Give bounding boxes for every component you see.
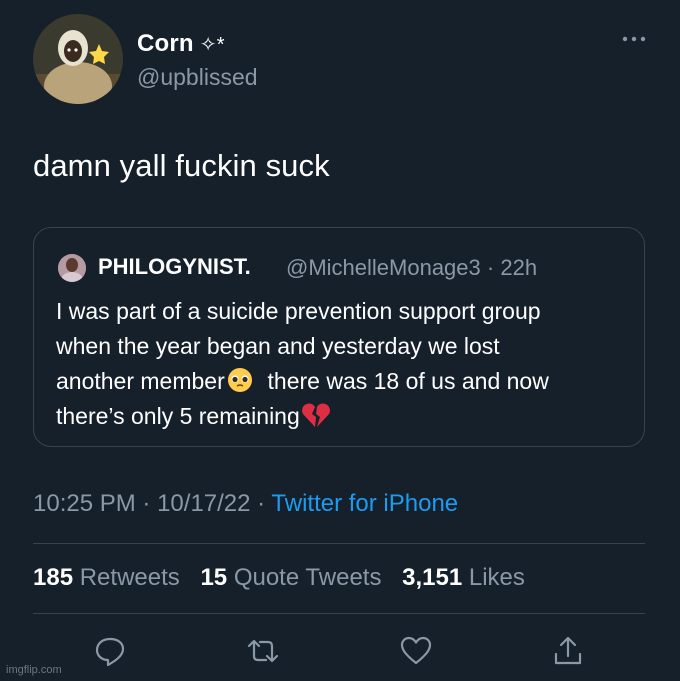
tweet-detail-view: Corn ✧* @upblissed damn yall fuckin suck … <box>0 0 680 681</box>
quoted-author-meta: @MichelleMonage3 · 22h <box>286 255 537 281</box>
meta-separator: · <box>142 490 151 517</box>
quoted-author-handle: @MichelleMonage3 <box>286 255 481 280</box>
broken-heart-emoji-icon <box>301 403 330 427</box>
like-icon[interactable] <box>399 634 433 668</box>
likes-stat[interactable]: 3,151 Likes <box>402 564 539 591</box>
retweets-stat[interactable]: 185 Retweets <box>33 564 194 591</box>
quoted-text-line-1: I was part of a suicide prevention suppo… <box>56 298 541 324</box>
quoted-author-name: PHILOGYNIST. <box>98 254 251 279</box>
quoted-text-line-3a: another member <box>56 368 225 394</box>
profile-photo-icon <box>33 14 123 104</box>
author-name-decoration: ✧* <box>199 34 225 56</box>
tweet-time[interactable]: 10:25 PM <box>33 490 136 517</box>
imgflip-watermark: imgflip.com <box>6 664 62 676</box>
quote-tweets-count: 15 <box>200 564 228 591</box>
quoted-profile-photo-icon <box>58 254 86 282</box>
retweet-icon[interactable] <box>246 634 280 668</box>
tweet-timestamp: 10:25 PM · 10/17/22 · Twitter for iPhone <box>33 490 458 518</box>
quoted-text-line-2: when the year began and yesterday we los… <box>56 333 500 359</box>
quoted-text-line-4: there’s only 5 remaining <box>56 399 636 434</box>
divider-top <box>33 543 645 544</box>
quote-tweets-stat[interactable]: 15 Quote Tweets <box>200 564 395 591</box>
more-options-icon[interactable] <box>622 32 646 46</box>
author-name[interactable]: Corn ✧* <box>137 30 225 58</box>
tweet-date[interactable]: 10/17/22 <box>157 490 250 517</box>
author-name-text[interactable]: Corn <box>137 30 194 57</box>
tweet-stats: 185 Retweets 15 Quote Tweets 3,151 Likes <box>33 564 539 592</box>
author-avatar[interactable] <box>33 14 123 104</box>
tweet-source-link[interactable]: Twitter for iPhone <box>271 490 458 517</box>
tweet-text: damn yall fuckin suck <box>33 148 330 183</box>
quoted-text-line-3: another member there was 18 of us and no… <box>56 364 636 399</box>
share-icon[interactable] <box>551 634 585 668</box>
likes-count: 3,151 <box>402 564 463 591</box>
quote-tweets-label: Quote Tweets <box>233 564 382 591</box>
meta-separator-2: · <box>257 490 266 517</box>
quoted-text-line-3b <box>255 368 268 394</box>
retweets-count: 185 <box>33 564 74 591</box>
divider-bottom <box>33 613 645 614</box>
quoted-text-line-3c: there was 18 of us and now <box>267 368 549 394</box>
likes-label: Likes <box>468 564 525 591</box>
quoted-tweet-card[interactable]: PHILOGYNIST. @MichelleMonage3 · 22h I wa… <box>33 227 645 447</box>
quoted-tweet-text: I was part of a suicide prevention suppo… <box>56 294 636 434</box>
quoted-time: 22h <box>500 255 538 280</box>
reply-icon[interactable] <box>93 634 127 668</box>
quoted-text-line-4a: there’s only 5 remaining <box>56 403 300 429</box>
quoted-author-avatar <box>58 254 86 282</box>
author-handle[interactable]: @upblissed <box>137 64 258 91</box>
quoted-separator: · <box>486 255 495 280</box>
retweets-label: Retweets <box>79 564 180 591</box>
pleading-face-emoji-icon <box>227 368 252 392</box>
